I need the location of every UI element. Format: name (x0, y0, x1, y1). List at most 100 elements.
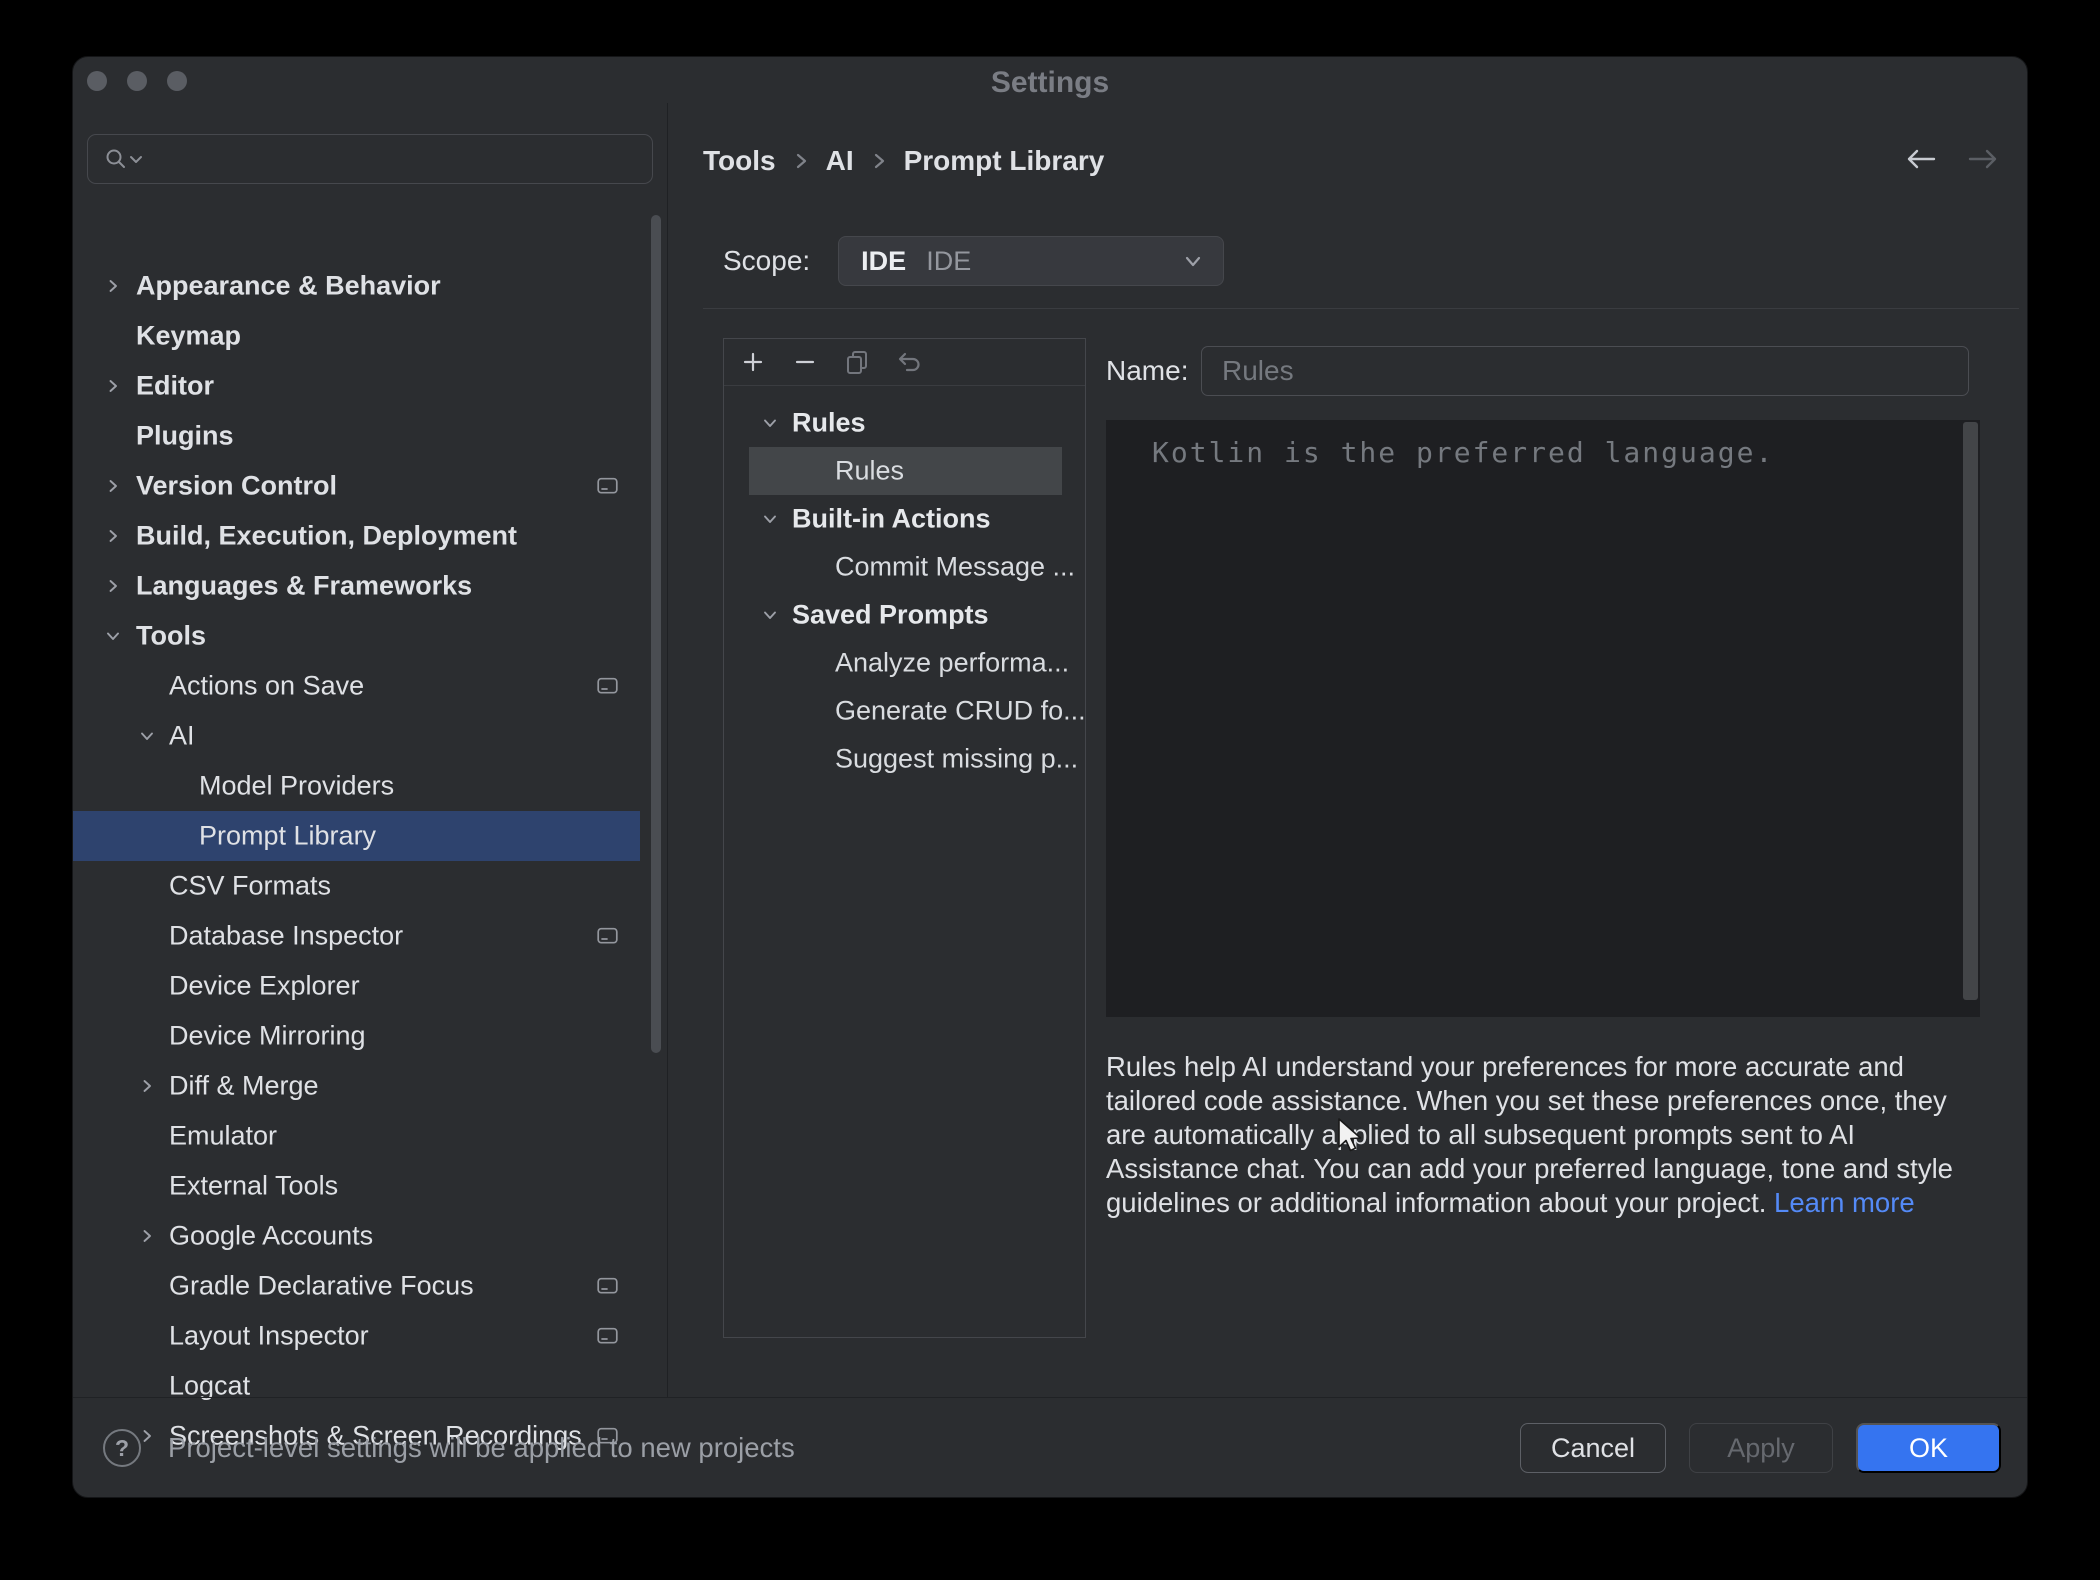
breadcrumb-ai[interactable]: AI (826, 145, 854, 177)
project-settings-icon (597, 1328, 618, 1345)
ok-button[interactable]: OK (1856, 1423, 2001, 1473)
sidebar-item-label: Actions on Save (169, 671, 364, 702)
mouse-cursor (1330, 1116, 1368, 1161)
settings-tree: Appearance & Behavior Keymap Editor Plugins… (73, 113, 667, 1397)
desktop-background: Settings Appearance & BehaviorKeymapEdit… (0, 0, 2100, 1580)
sidebar-item-label: Version Control (136, 471, 337, 502)
chevron-right-icon[interactable] (103, 576, 123, 596)
prompt-text: Kotlin is the preferred language. (1106, 420, 1980, 469)
main-panel: Tools AI Prompt Library Scope: (668, 113, 2027, 1397)
chevron-down-icon[interactable] (760, 605, 780, 625)
prompt-item-label: Suggest missing p... (835, 744, 1078, 775)
sidebar-item-plugins[interactable]: Plugins (73, 411, 640, 461)
sidebar-item-build-execution-deployment[interactable]: Build, Execution, Deployment (73, 511, 640, 561)
prompt-item-label: Saved Prompts (792, 600, 989, 631)
learn-more-link[interactable]: Learn more (1774, 1187, 1915, 1218)
sidebar-item-model-providers[interactable]: Model Providers (73, 761, 640, 811)
chevron-right-icon (792, 150, 810, 172)
sidebar-item-languages-frameworks[interactable]: Languages & Frameworks (73, 561, 640, 611)
scope-selected-tag: IDE (861, 246, 906, 277)
scope-row: Scope: IDE IDE (723, 236, 1224, 286)
sidebar-item-label: Device Mirroring (169, 1021, 366, 1052)
chevron-down-icon (1181, 249, 1205, 273)
sidebar-item-device-mirroring[interactable]: Device Mirroring (73, 1011, 640, 1061)
scope-dropdown[interactable]: IDE IDE (838, 236, 1224, 286)
sidebar-item-label: AI (169, 721, 195, 752)
sidebar-item-label: Keymap (136, 321, 241, 352)
sidebar-item-tools[interactable]: Tools (73, 611, 640, 661)
sidebar-item-label: Gradle Declarative Focus (169, 1271, 474, 1302)
sidebar-item-label: External Tools (169, 1171, 338, 1202)
history-navigation (1903, 141, 2001, 177)
sidebar-item-device-explorer[interactable]: Device Explorer (73, 961, 640, 1011)
chevron-right-icon (870, 150, 888, 172)
breadcrumb-tools[interactable]: Tools (703, 145, 776, 177)
scope-label: Scope: (723, 245, 810, 277)
project-settings-icon (597, 1278, 618, 1295)
chevron-right-icon[interactable] (137, 1076, 157, 1096)
prompt-item-label: Generate CRUD fo... (835, 696, 1085, 727)
sidebar-item-label: Layout Inspector (169, 1321, 369, 1352)
chevron-right-icon[interactable] (103, 276, 123, 296)
sidebar-item-label: Device Explorer (169, 971, 360, 1002)
sidebar-item-emulator[interactable]: Emulator (73, 1111, 640, 1161)
sidebar-item-label: Diff & Merge (169, 1071, 319, 1102)
project-settings-icon (597, 678, 618, 695)
back-arrow-icon[interactable] (1903, 141, 1939, 177)
sidebar-item-label: Google Accounts (169, 1221, 373, 1252)
prompt-item-rules[interactable]: Rules (749, 447, 1062, 495)
sidebar-item-csv-formats[interactable]: CSV Formats (73, 861, 640, 911)
sidebar-item-ai[interactable]: AI (73, 711, 640, 761)
breadcrumb: Tools AI Prompt Library (703, 137, 1104, 185)
sidebar-item-label: Model Providers (199, 771, 394, 802)
sidebar-scrollbar[interactable] (651, 215, 661, 1053)
section-divider (703, 308, 2019, 309)
prompt-item-label: Rules (792, 408, 866, 439)
forward-arrow-icon[interactable] (1965, 141, 2001, 177)
sidebar-item-actions-on-save[interactable]: Actions on Save (73, 661, 640, 711)
prompt-item-analyze-performa[interactable]: Analyze performa... (724, 639, 1083, 687)
prompt-item-label: Analyze performa... (835, 648, 1069, 679)
prompt-text-editor[interactable]: Kotlin is the preferred language. (1106, 420, 1980, 1017)
prompt-group-saved-prompts[interactable]: Saved Prompts (724, 591, 1083, 639)
chevron-right-icon[interactable] (103, 476, 123, 496)
sidebar-item-prompt-library[interactable]: Prompt Library (73, 811, 640, 861)
project-settings-icon (597, 928, 618, 945)
sidebar-item-google-accounts[interactable]: Google Accounts (73, 1211, 640, 1261)
cancel-button[interactable]: Cancel (1520, 1423, 1666, 1473)
prompt-group-built-in-actions[interactable]: Built-in Actions (724, 495, 1083, 543)
sidebar-item-gradle-declarative-focus[interactable]: Gradle Declarative Focus (73, 1261, 640, 1311)
sidebar-item-diff-merge[interactable]: Diff & Merge (73, 1061, 640, 1111)
prompt-group-rules[interactable]: Rules (724, 399, 1083, 447)
sidebar-item-label: Tools (136, 621, 206, 652)
scope-selected-value: IDE (926, 246, 971, 277)
settings-dialog: Settings Appearance & BehaviorKeymapEdit… (72, 56, 2028, 1498)
sidebar-item-label: Plugins (136, 421, 234, 452)
sidebar-item-editor[interactable]: Editor (73, 361, 640, 411)
chevron-right-icon[interactable] (137, 1226, 157, 1246)
chevron-down-icon[interactable] (137, 726, 157, 746)
prompt-item-label: Built-in Actions (792, 504, 990, 535)
rules-description: Rules help AI understand your preference… (1106, 1050, 1978, 1220)
sidebar-item-label: Emulator (169, 1121, 277, 1152)
sidebar-item-keymap[interactable]: Keymap (73, 311, 640, 361)
help-icon[interactable]: ? (103, 1429, 141, 1467)
chevron-down-icon[interactable] (760, 413, 780, 433)
prompt-item-suggest-missing-p[interactable]: Suggest missing p... (724, 735, 1083, 783)
chevron-right-icon[interactable] (103, 526, 123, 546)
sidebar-item-external-tools[interactable]: External Tools (73, 1161, 640, 1211)
chevron-right-icon[interactable] (103, 376, 123, 396)
editor-scrollbar[interactable] (1963, 422, 1978, 1000)
sidebar-item-label: Prompt Library (199, 821, 376, 852)
sidebar-item-appearance-behavior[interactable]: Appearance & Behavior (73, 261, 640, 311)
prompt-name-input[interactable] (1201, 346, 1969, 396)
chevron-down-icon[interactable] (760, 509, 780, 529)
prompt-item-commit-message[interactable]: Commit Message ... (724, 543, 1083, 591)
footer-buttons: Cancel Apply OK (1520, 1423, 2001, 1473)
prompt-item-generate-crud-fo[interactable]: Generate CRUD fo... (724, 687, 1083, 735)
sidebar-item-database-inspector[interactable]: Database Inspector (73, 911, 640, 961)
sidebar-item-layout-inspector[interactable]: Layout Inspector (73, 1311, 640, 1361)
apply-button[interactable]: Apply (1689, 1423, 1833, 1473)
sidebar-item-version-control[interactable]: Version Control (73, 461, 640, 511)
chevron-down-icon[interactable] (103, 626, 123, 646)
